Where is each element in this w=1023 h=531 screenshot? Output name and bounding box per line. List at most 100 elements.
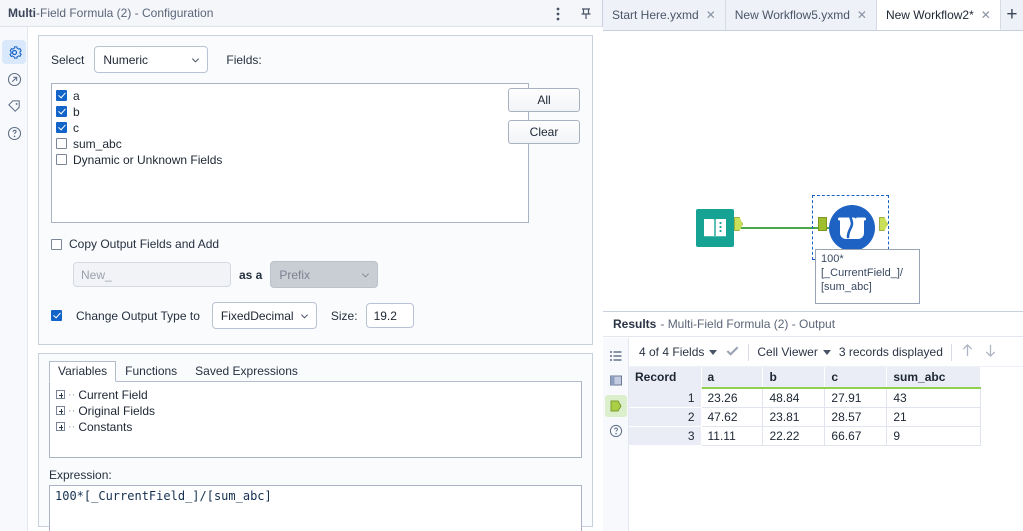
table-row[interactable]: 1 23.26 48.84 27.91 43 (629, 388, 981, 408)
workflow-tab-new-workflow5[interactable]: New Workflow5.yxmd ✕ (725, 0, 877, 30)
variables-tree[interactable]: ·· Current Field ·· Original Fields ·· C… (49, 382, 582, 458)
chevron-down-icon (709, 349, 718, 355)
tab-saved-expressions[interactable]: Saved Expressions (186, 361, 307, 381)
workflow-tab-start-here[interactable]: Start Here.yxmd ✕ (603, 0, 726, 30)
column-header-record[interactable]: Record (629, 367, 702, 389)
cell-record: 1 (629, 388, 702, 408)
copy-output-label: Copy Output Fields and Add (69, 237, 220, 251)
cell-b[interactable]: 22.22 (762, 426, 826, 446)
tool-annotation[interactable]: 100* [_CurrentField_]/ [sum_abc] (815, 249, 920, 304)
results-table-container[interactable]: Record a b c sum_abc 1 23.26 48.84 27.91 (629, 367, 1023, 531)
column-header-a[interactable]: a (701, 367, 764, 389)
expand-icon[interactable] (56, 406, 65, 415)
cell-b[interactable]: 48.84 (762, 388, 826, 408)
field-checkbox[interactable] (56, 154, 67, 165)
rail-item-list[interactable] (605, 345, 627, 367)
scroll-up-button[interactable] (960, 342, 975, 362)
cell-c[interactable]: 27.91 (824, 388, 888, 408)
field-row[interactable]: c (56, 120, 524, 135)
field-row[interactable]: a (56, 88, 524, 103)
rail-item-output-anchor[interactable] (605, 395, 627, 417)
field-label: a (73, 88, 80, 103)
annotation-line: 100* (821, 253, 844, 265)
tab-functions[interactable]: Functions (116, 361, 186, 381)
column-header-b[interactable]: b (762, 367, 826, 389)
clear-selection-button[interactable]: Clear (508, 120, 580, 144)
multi-field-formula-tool[interactable] (825, 201, 879, 255)
close-icon[interactable]: ✕ (981, 9, 991, 21)
field-row[interactable]: sum_abc (56, 136, 524, 151)
new-field-name-input[interactable]: New_ (73, 262, 231, 287)
tree-node-current-field[interactable]: ·· Current Field (56, 387, 575, 402)
tab-variables[interactable]: Variables (49, 361, 117, 382)
rail-item-help[interactable] (2, 121, 26, 145)
copy-output-checkbox[interactable] (51, 238, 62, 250)
cell-sum-abc[interactable]: 43 (886, 388, 981, 408)
configuration-panel: Multi-Field Formula (2) - Configuration (0, 0, 603, 531)
cell-c[interactable]: 66.67 (824, 426, 888, 446)
cell-c[interactable]: 28.57 (824, 407, 888, 427)
expand-icon[interactable] (56, 390, 65, 399)
field-row[interactable]: b (56, 104, 524, 119)
new-field-row: New_ as a Prefix (51, 261, 580, 288)
tree-node-label: Current Field (78, 387, 148, 402)
results-panel: Results - Multi-Field Formula (2) - Outp… (603, 311, 1023, 531)
cell-b[interactable]: 23.81 (762, 407, 826, 427)
fields-listbox[interactable]: a b c sum_abc Dynamic or Unknown Fields (51, 83, 529, 223)
apply-check-icon[interactable] (725, 343, 740, 361)
cell-sum-abc[interactable]: 21 (886, 407, 981, 427)
annotation-line: [sum_abc] (821, 281, 872, 293)
rail-item-output[interactable] (2, 67, 26, 91)
cell-a[interactable]: 11.11 (701, 426, 764, 446)
field-checkbox[interactable] (56, 106, 67, 117)
column-header-sum-abc[interactable]: sum_abc (886, 367, 981, 389)
output-type-dropdown[interactable]: FixedDecimal (211, 302, 317, 329)
size-input[interactable]: 19.2 (365, 303, 414, 328)
pin-icon[interactable] (578, 6, 594, 22)
expression-label: Expression: (49, 468, 112, 482)
cell-viewer-selector[interactable]: Cell Viewer (757, 345, 831, 359)
field-label: sum_abc (73, 136, 122, 151)
rail-item-annotation-tag[interactable] (2, 94, 26, 118)
column-header-c[interactable]: c (824, 367, 888, 389)
kebab-menu-icon[interactable] (550, 6, 566, 22)
configuration-icon-rail (0, 27, 28, 531)
expand-icon[interactable] (56, 422, 65, 431)
field-checkbox[interactable] (56, 90, 67, 101)
select-row: Select Numeric Fields: (51, 46, 580, 73)
chevron-down-icon (362, 272, 370, 278)
field-checkbox[interactable] (56, 138, 67, 149)
rail-item-gear[interactable] (2, 40, 26, 64)
configuration-title: Multi-Field Formula (2) - Configuration (8, 6, 213, 20)
expression-editor[interactable]: 100*[_CurrentField_]/[sum_abc] (49, 485, 582, 531)
new-workflow-tab-button[interactable]: + (1001, 0, 1023, 30)
select-all-button[interactable]: All (508, 88, 580, 112)
cell-a[interactable]: 23.26 (701, 388, 764, 408)
rail-item-help[interactable] (605, 420, 627, 442)
scroll-down-button[interactable] (983, 342, 998, 362)
prefix-suffix-dropdown[interactable]: Prefix (270, 261, 379, 288)
select-type-dropdown[interactable]: Numeric (94, 46, 209, 73)
close-icon[interactable]: ✕ (706, 9, 716, 21)
field-checkbox[interactable] (56, 122, 67, 133)
workflow-tab-label: Start Here.yxmd (612, 8, 699, 22)
tree-node-original-fields[interactable]: ·· Original Fields (56, 403, 575, 418)
fields-selector[interactable]: 4 of 4 Fields (639, 345, 718, 359)
configuration-body: Select Numeric Fields: a b c sum_abc Dyn… (28, 27, 603, 531)
workflow-canvas[interactable]: 100* [_CurrentField_]/ [sum_abc] (603, 31, 1023, 311)
change-type-checkbox[interactable] (51, 310, 62, 321)
close-icon[interactable]: ✕ (857, 9, 867, 21)
cell-a[interactable]: 47.62 (701, 407, 764, 427)
tree-node-label: Original Fields (78, 403, 156, 418)
cell-sum-abc[interactable]: 9 (886, 426, 981, 446)
fields-label: Fields: (226, 52, 262, 67)
copy-output-row[interactable]: Copy Output Fields and Add (51, 237, 580, 251)
rail-item-card-view[interactable] (605, 370, 627, 392)
input-data-tool[interactable] (696, 209, 734, 247)
alteryx-designer-window: Multi-Field Formula (2) - Configuration (0, 0, 1023, 531)
tree-node-constants[interactable]: ·· Constants (56, 419, 575, 434)
field-row[interactable]: Dynamic or Unknown Fields (56, 152, 524, 167)
table-row[interactable]: 2 47.62 23.81 28.57 21 (629, 407, 981, 427)
workflow-tab-new-workflow2[interactable]: New Workflow2* ✕ (876, 0, 1001, 30)
table-row[interactable]: 3 11.11 22.22 66.67 9 (629, 426, 981, 446)
